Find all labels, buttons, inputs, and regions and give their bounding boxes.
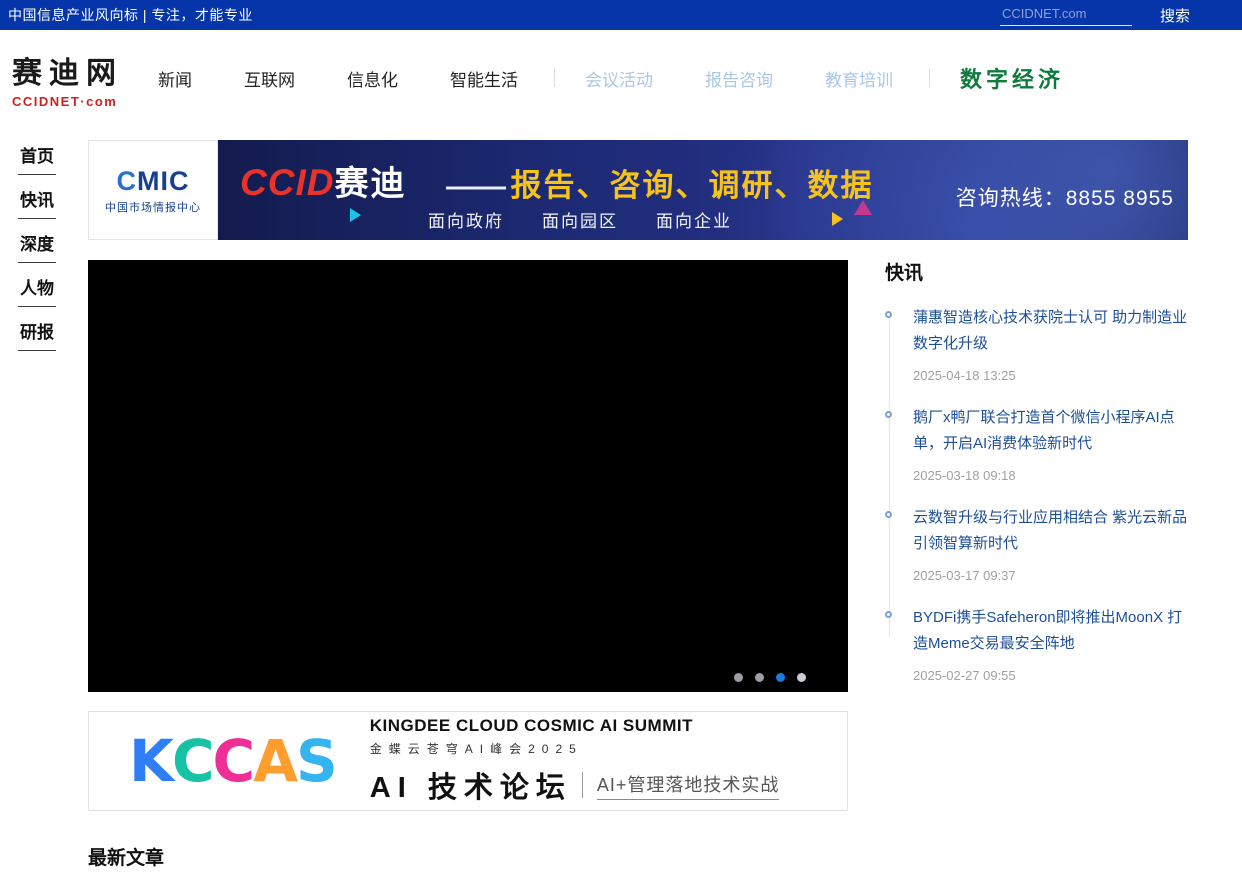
top-bar: 中国信息产业风向标 | 专注，才能专业 搜索 [0,0,1242,30]
sidebar-item-depth[interactable]: 深度 [18,228,78,263]
sidebar-item-flash[interactable]: 快讯 [18,184,78,219]
carousel-dot[interactable] [755,673,764,682]
triangle-magenta-icon [854,200,872,215]
news-link[interactable]: 云数智升级与行业应用相结合 紫光云新品引领智算新时代 [913,505,1188,557]
logo-subtitle: CCIDNET·com [12,94,123,109]
carousel-dots [734,673,806,682]
newsflash-list: 蒲惠智造核心技术获院士认可 助力制造业数字化升级 2025-04-18 13:2… [885,305,1188,683]
kccas-ad-text: KINGDEE CLOUD COSMIC AI SUMMIT 金蝶云苍穹AI峰会… [370,716,780,806]
news-timestamp: 2025-03-17 09:37 [913,568,1188,583]
ccid-brand: CCID赛迪 [240,156,406,205]
ad-subtitle-main: AI 技术论坛 [370,764,572,806]
site-header: 赛迪网 CCIDNET·com 新闻 互联网 信息化 智能生活 会议活动 报告咨… [0,30,1242,125]
side-nav: 首页 快讯 深度 人物 研报 [18,140,78,360]
triangle-cyan-icon [350,208,361,222]
ad-title-cn: 金蝶云苍穹AI峰会2025 [370,740,780,757]
nav-divider [554,69,555,87]
banner-headline: —— 报告、咨询、调研、数据 [446,160,873,205]
site-slogan: 中国信息产业风向标 | 专注，才能专业 [8,5,253,25]
logo-title: 赛迪网 [12,48,123,92]
topbar-search-area: 搜索 [1000,4,1190,26]
ad-subtitle-tag: AI+管理落地技术实战 [597,771,780,800]
ccid-ad-banner[interactable]: CMIC 中国市场情报中心 CCID赛迪 —— 报告、咨询、调研、数据 面向政府… [88,140,1188,240]
nav-item-digital-economy[interactable]: 数字经济 [960,62,1064,94]
timeline-bullet-icon [885,411,892,418]
carousel-dot[interactable] [797,673,806,682]
nav-item-report-consulting[interactable]: 报告咨询 [705,66,773,91]
news-timestamp: 2025-03-18 09:18 [913,468,1188,483]
news-timestamp: 2025-04-18 13:25 [913,368,1188,383]
nav-item-internet[interactable]: 互联网 [244,66,295,91]
list-item: 云数智升级与行业应用相结合 紫光云新品引领智算新时代 2025-03-17 09… [885,505,1188,583]
audience-parks: 面向园区 [542,207,618,232]
search-button[interactable]: 搜索 [1160,5,1190,26]
hero-video-player[interactable] [88,260,848,692]
timeline-bullet-icon [885,611,892,618]
kccas-ad-banner[interactable]: KCCAS KINGDEE CLOUD COSMIC AI SUMMIT 金蝶云… [88,711,848,811]
nav-item-education[interactable]: 教育培训 [825,66,893,91]
cmic-logo: CMIC [117,166,190,197]
cmic-logo-block: CMIC 中国市场情报中心 [88,140,218,240]
list-item: 蒲惠智造核心技术获院士认可 助力制造业数字化升级 2025-04-18 13:2… [885,305,1188,383]
newsflash-panel: 快讯 蒲惠智造核心技术获院士认可 助力制造业数字化升级 2025-04-18 1… [885,258,1188,705]
nav-item-informatization[interactable]: 信息化 [347,66,398,91]
search-input[interactable] [1000,4,1132,26]
nav-item-conferences[interactable]: 会议活动 [585,66,653,91]
sidebar-item-home[interactable]: 首页 [18,140,78,175]
news-link[interactable]: 鹅厂x鸭厂联合打造首个微信小程序AI点单，开启AI消费体验新时代 [913,405,1188,457]
brand-saidi: 赛迪 [334,165,406,203]
news-timestamp: 2025-02-27 09:55 [913,668,1188,683]
list-item: 鹅厂x鸭厂联合打造首个微信小程序AI点单，开启AI消费体验新时代 2025-03… [885,405,1188,483]
latest-articles-title: 最新文章 [88,843,164,870]
carousel-dot[interactable] [734,673,743,682]
brand-ccid: CCID [240,162,334,203]
triangle-yellow-icon [832,212,843,226]
headline-dash: —— [446,170,506,203]
list-item: BYDFi携手Safeheron即将推出MoonX 打造Meme交易最安全阵地 … [885,605,1188,683]
ad-subtitle-divider [582,772,583,798]
headline-text: 报告、咨询、调研、数据 [510,168,873,203]
audience-government: 面向政府 [428,207,504,232]
banner-hotline: 咨询热线：8855 8955 [956,182,1174,212]
nav-item-news[interactable]: 新闻 [158,66,192,91]
ccid-banner-main: CCID赛迪 —— 报告、咨询、调研、数据 面向政府 面向园区 面向企业 咨询热… [218,140,1188,240]
news-link[interactable]: 蒲惠智造核心技术获院士认可 助力制造业数字化升级 [913,305,1188,357]
timeline-bullet-icon [885,311,892,318]
site-logo[interactable]: 赛迪网 CCIDNET·com [12,48,123,109]
timeline-bullet-icon [885,511,892,518]
nav-item-smart-life[interactable]: 智能生活 [450,66,518,91]
sidebar-item-research[interactable]: 研报 [18,316,78,351]
ad-subtitle-row: AI 技术论坛 AI+管理落地技术实战 [370,764,780,806]
main-nav: 新闻 互联网 信息化 智能生活 会议活动 报告咨询 教育培训 数字经济 [158,62,1064,94]
nav-divider [929,69,930,87]
sidebar-item-people[interactable]: 人物 [18,272,78,307]
ad-title-en: KINGDEE CLOUD COSMIC AI SUMMIT [370,716,780,736]
cmic-subtitle: 中国市场情报中心 [105,199,201,215]
kccas-logo: KCCAS [129,727,336,795]
news-link[interactable]: BYDFi携手Safeheron即将推出MoonX 打造Meme交易最安全阵地 [913,605,1188,657]
newsflash-title: 快讯 [885,258,1188,285]
banner-audiences: 面向政府 面向园区 面向企业 [428,207,732,232]
audience-enterprise: 面向企业 [656,207,732,232]
carousel-dot[interactable] [776,673,785,682]
